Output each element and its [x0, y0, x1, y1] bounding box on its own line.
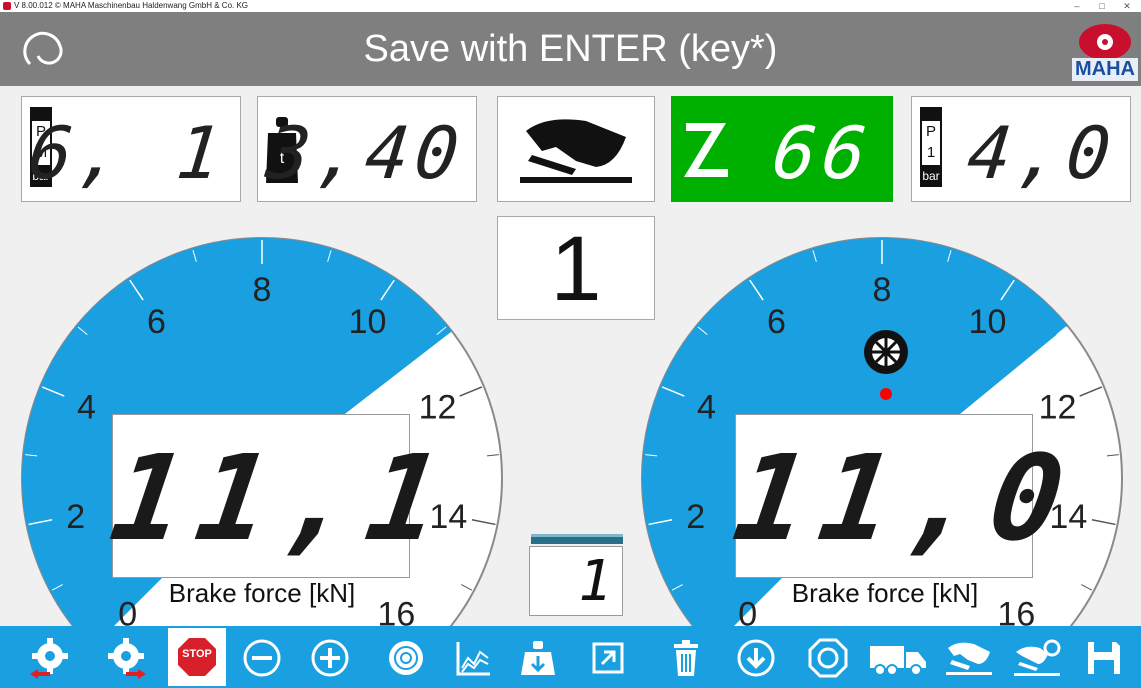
truck-button[interactable]	[868, 636, 928, 680]
tire-octagon-icon	[808, 638, 848, 678]
brake-pedal-small-icon	[946, 642, 992, 675]
gauge-tick-label: 2	[66, 498, 85, 536]
arrow-down-circle-icon	[737, 639, 775, 677]
gauge-tick-label: 8	[253, 271, 272, 309]
floppy-disk-icon	[1088, 642, 1120, 674]
weight-panel: t 3,40	[257, 96, 477, 202]
stop-button[interactable]: STOP	[168, 628, 226, 686]
delete-button[interactable]	[664, 636, 708, 680]
gauge-tick-label: 8	[873, 271, 892, 309]
tire-button[interactable]	[806, 636, 850, 680]
p1-pressure-panel: P1 bar 4,0	[911, 96, 1131, 202]
wheel-status-indicator	[880, 388, 892, 400]
header-bar: Save with ENTER (key*) MAHA	[0, 12, 1141, 86]
pedal-settings-button[interactable]	[1012, 636, 1062, 680]
gauge-tick-label: 6	[147, 303, 166, 341]
trash-icon	[674, 640, 698, 676]
weight-load-button[interactable]	[516, 636, 560, 680]
window-titlebar: V 8.00.012 © MAHA Maschinenbau Haldenwan…	[0, 0, 1141, 12]
pressure-gauge-icon: P1 bar	[920, 107, 942, 187]
brake-pedal-gear-icon	[1014, 639, 1061, 676]
p1-pressure-value: 4,0	[963, 111, 1121, 195]
maximize-button[interactable]: □	[1093, 0, 1111, 12]
maha-app-icon	[3, 2, 11, 10]
truck-icon	[870, 646, 926, 676]
gauge-tick-label: 2	[686, 498, 705, 536]
expand-icon	[592, 642, 624, 674]
graph-button[interactable]	[452, 636, 496, 680]
plus-circle-icon	[311, 639, 349, 677]
gear-arrow-left-icon	[30, 638, 68, 679]
z-percent-icon	[684, 123, 728, 177]
z-efficiency-panel: % 66	[671, 96, 893, 202]
gauge-tick-label: 6	[767, 303, 786, 341]
close-button[interactable]: ✕	[1118, 0, 1136, 12]
weight-load-icon	[521, 641, 555, 675]
gauge-tick-label: 12	[1039, 388, 1077, 426]
brake-disc-icon	[389, 641, 423, 675]
settings-right-button[interactable]	[104, 636, 148, 680]
small-readout-bar	[531, 534, 623, 544]
maha-logo: MAHA	[1072, 18, 1138, 81]
gear-arrow-right-icon	[108, 638, 146, 679]
gauge-tick-label: 12	[419, 388, 457, 426]
brake-pedal-icon	[520, 119, 632, 183]
brake-disc-button[interactable]	[384, 636, 428, 680]
right-gauge-label: Brake force [kN]	[791, 578, 979, 608]
z-efficiency-value: 66	[768, 111, 877, 195]
download-button[interactable]	[734, 636, 778, 680]
expand-button[interactable]	[586, 636, 630, 680]
pm-pressure-panel: PM bar 6, 1	[21, 96, 241, 202]
maha-wordmark: MAHA	[1072, 58, 1138, 81]
pm-pressure-value: 6, 1	[24, 111, 231, 195]
small-readout: 1	[529, 546, 623, 616]
gauge-tick-label: 4	[697, 388, 716, 426]
weight-value: 3,40	[262, 111, 469, 195]
gauge-tick-label: 4	[77, 388, 96, 426]
save-button[interactable]	[1082, 636, 1126, 680]
brake-pedal-panel[interactable]	[497, 96, 655, 202]
plus-button[interactable]	[308, 636, 352, 680]
gauge-tick-label: 10	[969, 303, 1007, 341]
left-brake-force-readout: 11,1	[103, 414, 463, 578]
minus-button[interactable]	[240, 636, 284, 680]
right-brake-force-readout: 11,0	[726, 414, 1086, 578]
gauge-tick-label: 10	[349, 303, 387, 341]
graph-icon	[456, 642, 490, 676]
window-title: V 8.00.012 © MAHA Maschinenbau Haldenwan…	[14, 1, 249, 10]
settings-left-button[interactable]	[28, 636, 72, 680]
pedal-button[interactable]	[944, 636, 994, 680]
left-gauge-label: Brake force [kN]	[168, 578, 356, 608]
minimize-button[interactable]: –	[1068, 0, 1086, 12]
page-title: Save with ENTER (key*)	[363, 28, 778, 70]
minus-circle-icon	[243, 639, 281, 677]
wheel-icon	[864, 330, 908, 374]
bottom-toolbar: STOP	[0, 626, 1141, 688]
